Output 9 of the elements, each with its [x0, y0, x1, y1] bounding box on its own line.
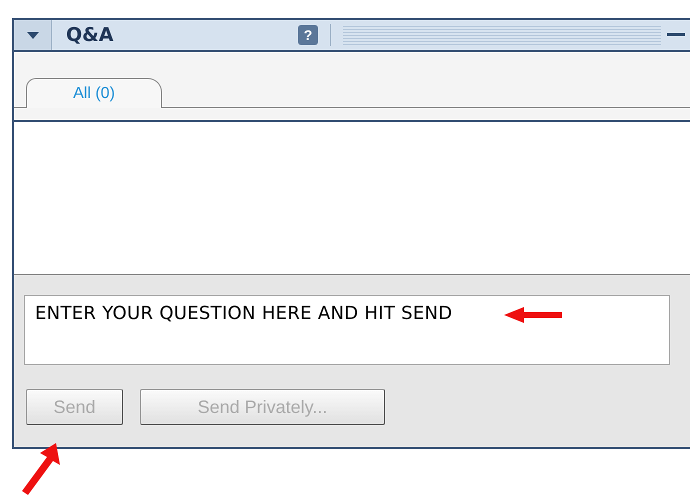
question-field[interactable]: ENTER YOUR QUESTION HERE AND HIT SEND	[24, 295, 670, 365]
tab[interactable]: All (0)	[26, 78, 162, 108]
annotation-arrow-icon	[20, 443, 60, 495]
triangle-down-icon	[26, 32, 38, 38]
panel-title: Q&A	[66, 24, 114, 46]
minimize-icon[interactable]	[667, 33, 685, 37]
help-button[interactable]: ?	[298, 25, 318, 45]
annotation-arrow-icon	[504, 307, 562, 323]
dropdown-button[interactable]	[14, 20, 52, 50]
